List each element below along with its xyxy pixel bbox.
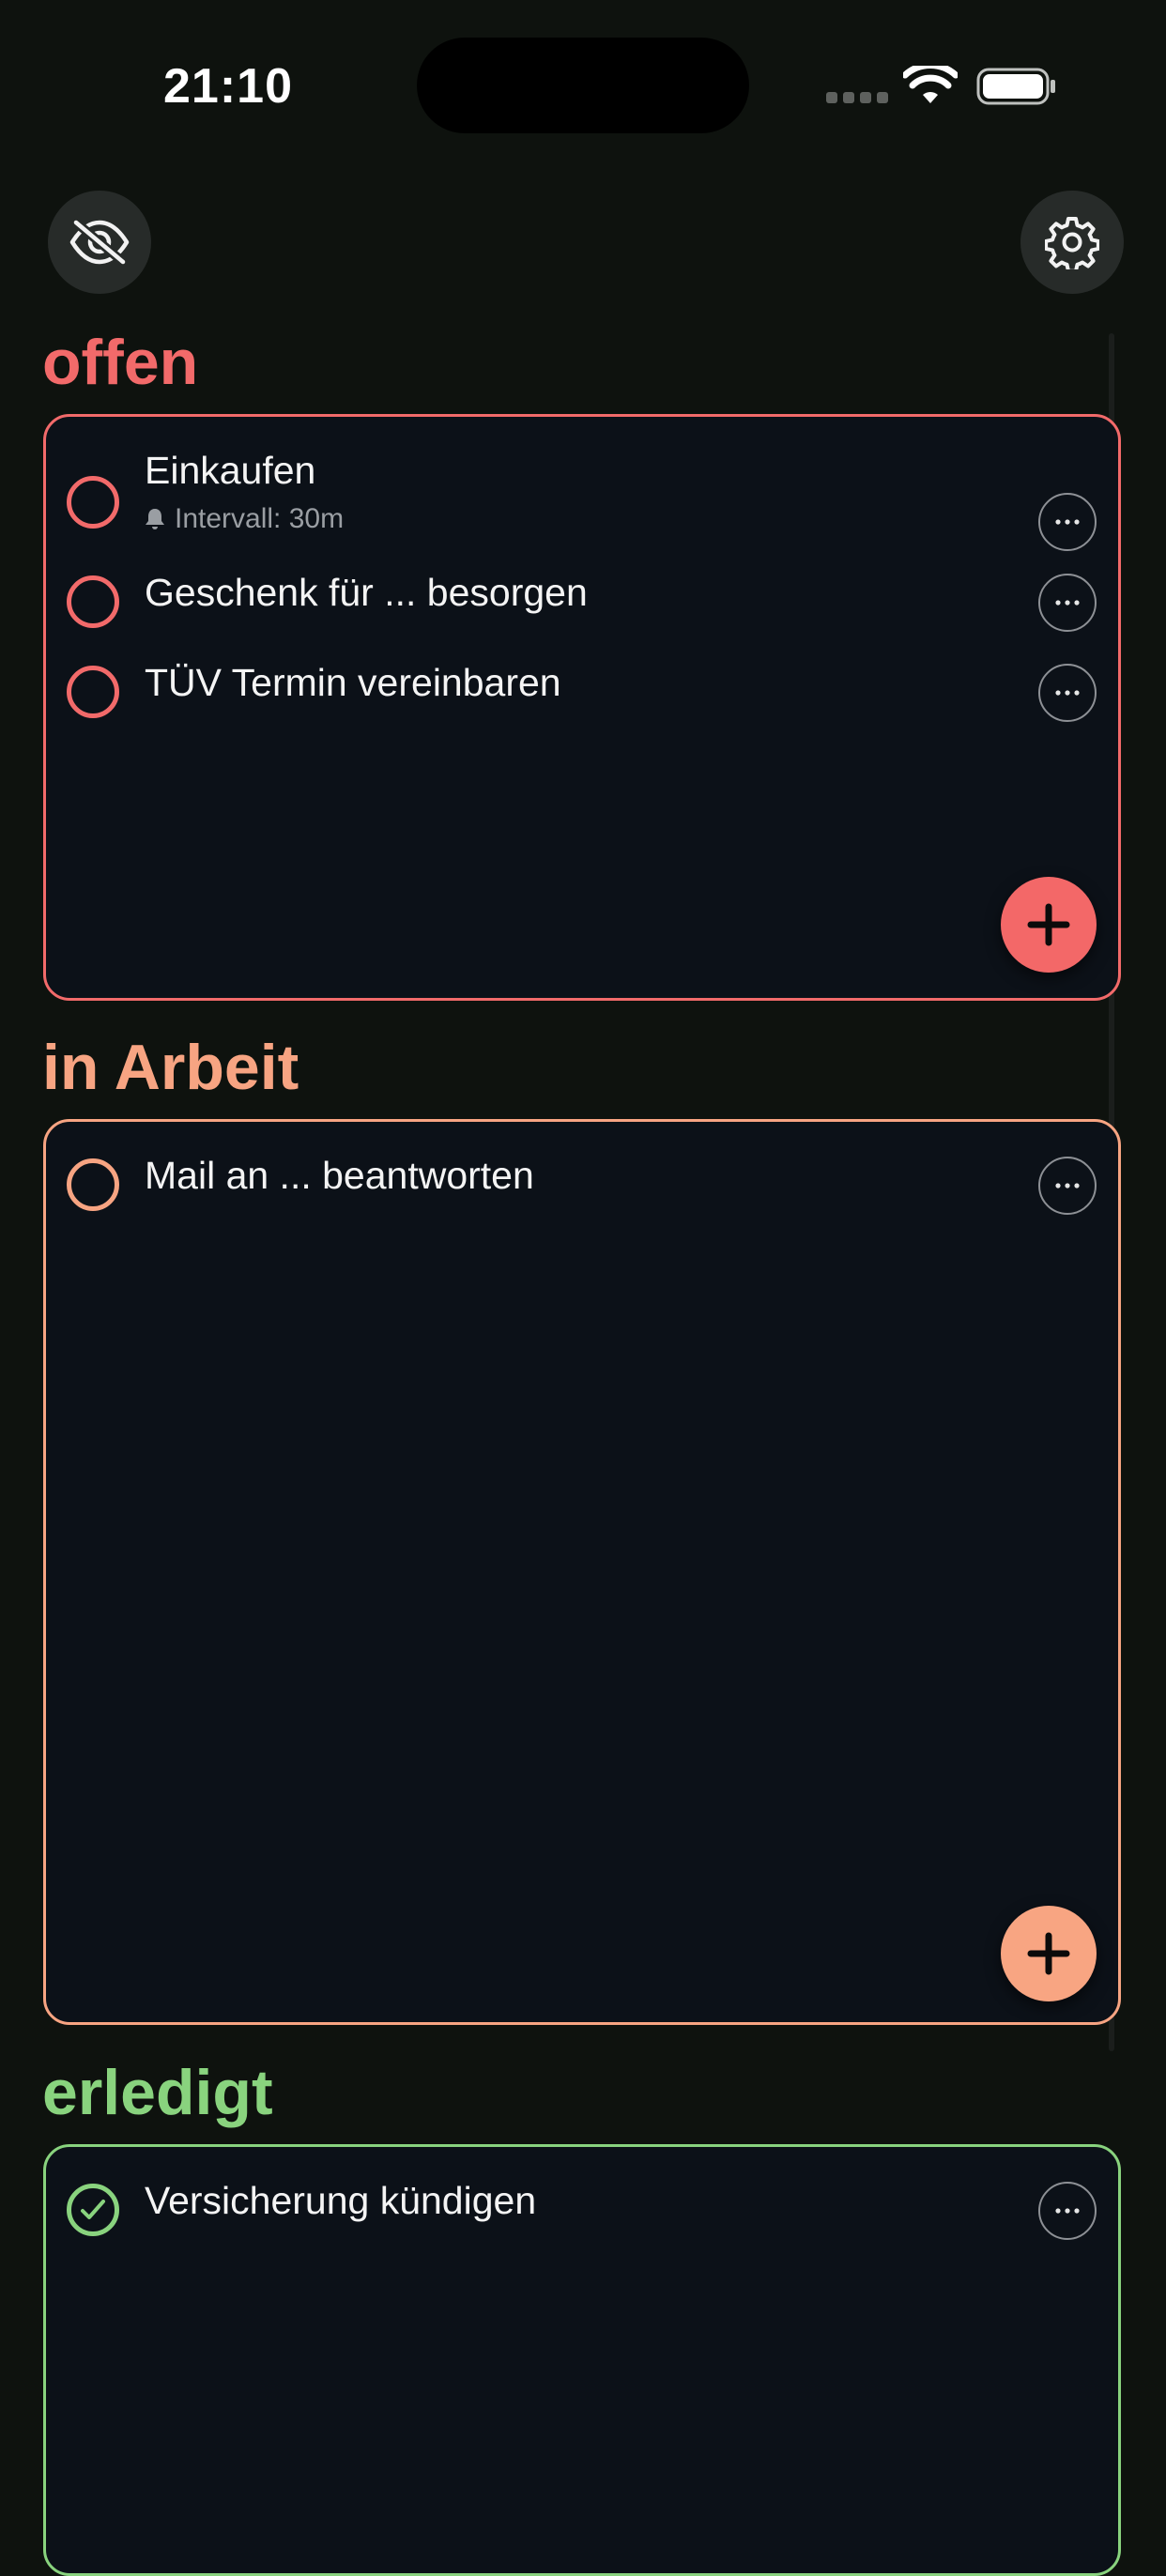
plus-icon	[1027, 903, 1070, 946]
task-checkbox[interactable]	[67, 1158, 119, 1211]
bell-icon	[146, 509, 164, 529]
checkmark-icon	[81, 2200, 105, 2219]
add-task-button-open[interactable]	[1001, 877, 1097, 973]
task-checkbox-checked[interactable]	[67, 2184, 119, 2236]
task-more-button[interactable]	[1038, 2182, 1097, 2240]
dynamic-island	[417, 38, 749, 133]
ellipsis-icon	[1055, 600, 1080, 606]
task-list-open: Einkaufen Intervall: 30m Geschenk für ..…	[43, 414, 1121, 1001]
section-title-open: offen	[42, 327, 199, 398]
task-reminder-text: Intervall: 30m	[175, 503, 345, 534]
settings-button[interactable]	[1020, 191, 1124, 294]
wifi-icon	[903, 66, 958, 103]
task-checkbox[interactable]	[67, 476, 119, 529]
task-title: TÜV Termin vereinbaren	[145, 661, 561, 704]
task-reminder: Intervall: 30m	[145, 503, 344, 535]
task-more-button[interactable]	[1038, 664, 1097, 722]
ellipsis-icon	[1055, 1183, 1080, 1188]
section-title-in-progress: in Arbeit	[42, 1032, 299, 1103]
task-more-button[interactable]	[1038, 1157, 1097, 1215]
ellipsis-icon	[1055, 690, 1080, 696]
gear-icon	[1045, 217, 1099, 269]
section-title-done: erledigt	[42, 2057, 273, 2128]
task-checkbox[interactable]	[67, 575, 119, 628]
battery-icon	[976, 68, 1055, 105]
ellipsis-icon	[1055, 2208, 1080, 2214]
cellular-signal-icon	[826, 92, 888, 103]
status-bar: 21:10	[0, 0, 1166, 169]
task-title: Versicherung kündigen	[145, 2179, 537, 2222]
task-title: Mail an ... beantworten	[145, 1154, 534, 1197]
task-title: Einkaufen	[145, 449, 316, 492]
task-title: Geschenk für ... besorgen	[145, 571, 588, 614]
status-time: 21:10	[163, 59, 293, 114]
task-list-done: Versicherung kündigen	[43, 2144, 1121, 2576]
task-more-button[interactable]	[1038, 574, 1097, 632]
eye-slash-icon	[69, 219, 130, 266]
task-list-in-progress: Mail an ... beantworten	[43, 1119, 1121, 2025]
toggle-visibility-button[interactable]	[48, 191, 151, 294]
plus-icon	[1027, 1932, 1070, 1975]
task-more-button[interactable]	[1038, 493, 1097, 551]
add-task-button-in-progress[interactable]	[1001, 1906, 1097, 2001]
task-checkbox[interactable]	[67, 666, 119, 718]
ellipsis-icon	[1055, 519, 1080, 525]
